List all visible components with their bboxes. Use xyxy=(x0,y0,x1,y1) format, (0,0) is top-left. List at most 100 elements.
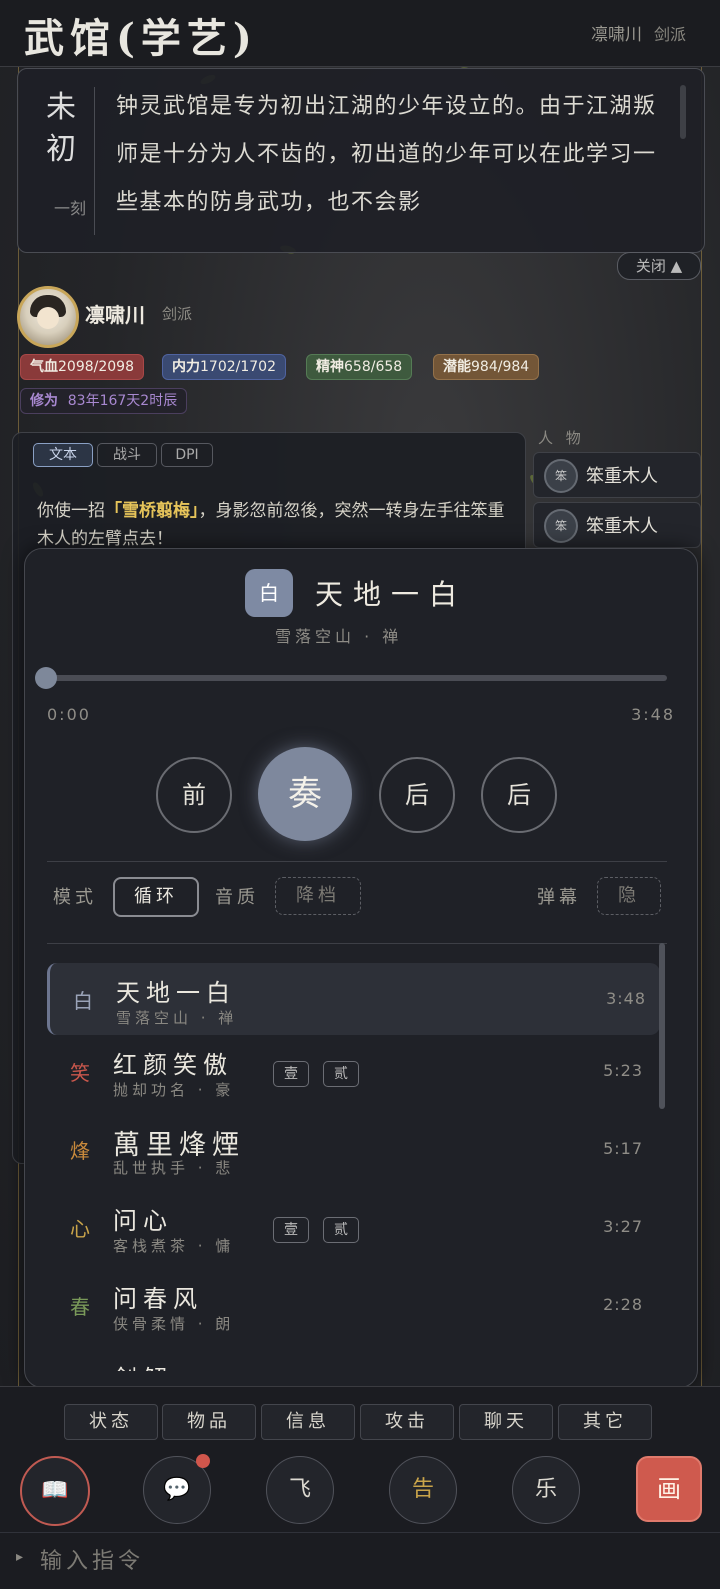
spirit-value: 658/658 xyxy=(344,359,403,375)
command-chat-button[interactable]: 聊天 xyxy=(459,1404,553,1440)
track-tag[interactable]: 贰 xyxy=(323,1217,359,1243)
track-tag[interactable]: 贰 xyxy=(323,1061,359,1087)
narration-box: 未初 一刻 钟灵武馆是专为初出江湖的少年设立的。由于江湖叛师是十分为人不齿的，初… xyxy=(17,68,705,253)
command-input-row: ▸ xyxy=(0,1532,720,1589)
avatar-face xyxy=(37,307,59,329)
play-button[interactable]: 奏 xyxy=(258,747,352,841)
track-duration: 2:28 xyxy=(603,1295,643,1314)
close-narration-button[interactable]: 关闭 ▲ xyxy=(617,252,701,280)
hp-label: 气血 xyxy=(30,359,58,375)
log-message: 你使一招「雪桥翦梅」，身影忽前忽後，突然一转身左手往笨重木人的左臂点去！ xyxy=(37,497,507,553)
potential-label: 潜能 xyxy=(443,359,471,375)
narration-divider xyxy=(94,87,95,235)
log-skill-name: 「雪桥翦梅」 xyxy=(105,501,199,521)
mp-label: 内力 xyxy=(172,359,200,375)
quality-toggle[interactable]: 降档 xyxy=(275,877,361,915)
people-section-label: 人 物 xyxy=(538,429,585,447)
track-tag[interactable]: 壹 xyxy=(273,1061,309,1087)
header-sect: 剑派 xyxy=(653,25,686,44)
header-username: 凛啸川 xyxy=(591,25,642,45)
mp-value: 1702/1702 xyxy=(200,359,276,375)
next-button[interactable]: 后 xyxy=(379,757,455,833)
spirit-label: 精神 xyxy=(316,359,344,375)
fly-button[interactable]: 飞 xyxy=(266,1456,334,1524)
chevron-right-icon: ▸ xyxy=(16,1549,24,1565)
paint-button[interactable]: 画 xyxy=(636,1456,702,1522)
notification-dot xyxy=(196,1454,210,1468)
app-header: 武馆(学艺) 凛啸川 剑派 xyxy=(0,0,720,67)
avatar[interactable] xyxy=(17,286,79,348)
track-icon: 春 xyxy=(70,1295,90,1319)
now-playing-artist: 雪落空山 · 禅 xyxy=(275,627,403,646)
tab-text[interactable]: 文本 xyxy=(33,443,93,467)
game-time-main: 未初 xyxy=(46,90,76,167)
progress-thumb[interactable] xyxy=(35,667,57,689)
track-icon: 笑 xyxy=(70,1061,90,1085)
playlist-track[interactable]: 白天地一白 雪落空山 · 禅 3:48 xyxy=(47,963,660,1035)
playlist-track[interactable]: 笑红颜笑傲 抛却功名 · 豪 壹贰 5:23 xyxy=(47,1035,657,1107)
danmaku-toggle[interactable]: 隐 xyxy=(597,877,661,915)
track-title: 天地一白 xyxy=(116,979,236,1007)
tab-dpi[interactable]: DPI xyxy=(161,443,213,467)
location-title: 武馆(学艺) xyxy=(24,15,258,62)
potential-value: 984/984 xyxy=(471,359,530,375)
person-icon: 笨 xyxy=(544,509,578,543)
time-total: 3:48 xyxy=(631,705,675,724)
frame-line-right xyxy=(701,66,702,1386)
log-text: 你使一招 xyxy=(37,501,105,521)
person-name: 笨重木人 xyxy=(586,466,658,487)
playlist-track[interactable]: 剑剑解 xyxy=(47,1349,657,1371)
person-name: 笨重木人 xyxy=(586,516,658,537)
track-subtitle: 乱世执手 · 悲 xyxy=(113,1159,235,1177)
music-player-panel: 白 天地一白 雪落空山 · 禅 0:00 3:48 前 奏 后 后 模式 循环 … xyxy=(24,548,698,1388)
previous-button[interactable]: 前 xyxy=(156,757,232,833)
track-duration: 3:48 xyxy=(606,989,646,1008)
command-other-button[interactable]: 其它 xyxy=(558,1404,652,1440)
danmaku-label: 弹幕 xyxy=(537,887,581,908)
now-playing-icon: 白 xyxy=(245,569,293,617)
track-subtitle: 侠骨柔情 · 朗 xyxy=(113,1315,235,1333)
cultivation-value: 83年167天2时辰 xyxy=(67,393,178,409)
person-icon: 笨 xyxy=(544,459,578,493)
quality-label: 音质 xyxy=(215,887,259,908)
now-playing-title: 天地一白 xyxy=(315,578,468,611)
playlist-track[interactable]: 烽萬里烽煙 乱世执手 · 悲 5:17 xyxy=(47,1113,657,1185)
track-title: 问春风 xyxy=(113,1285,203,1313)
track-icon: 烽 xyxy=(70,1139,90,1163)
playlist-track[interactable]: 心问心 客栈煮茶 · 慵 壹贰 3:27 xyxy=(47,1191,657,1263)
command-attack-button[interactable]: 攻击 xyxy=(360,1404,454,1440)
divider xyxy=(47,943,667,944)
track-subtitle: 客栈煮茶 · 慵 xyxy=(113,1237,235,1255)
mode-toggle[interactable]: 循环 xyxy=(113,877,199,917)
track-tag[interactable]: 壹 xyxy=(273,1217,309,1243)
track-title: 剑解 xyxy=(113,1359,173,1371)
person-item[interactable]: 笨 笨重木人 xyxy=(533,502,701,548)
person-item[interactable]: 笨 笨重木人 xyxy=(533,452,701,498)
time-current: 0:00 xyxy=(47,705,91,724)
book-icon[interactable]: 📖 xyxy=(20,1456,90,1526)
track-duration: 5:17 xyxy=(603,1139,643,1158)
command-status-button[interactable]: 状态 xyxy=(64,1404,158,1440)
track-subtitle: 抛却功名 · 豪 xyxy=(113,1081,235,1099)
character-sect: 剑派 xyxy=(162,305,193,323)
command-input[interactable] xyxy=(38,1541,702,1581)
track-subtitle: 雪落空山 · 禅 xyxy=(116,1009,238,1027)
notice-button[interactable]: 告 xyxy=(389,1456,457,1524)
narration-scrollbar[interactable] xyxy=(680,85,686,139)
command-items-button[interactable]: 物品 xyxy=(162,1404,256,1440)
spirit-badge: 精神658/658 xyxy=(306,354,413,380)
tab-battle[interactable]: 战斗 xyxy=(97,443,157,467)
playlist-track[interactable]: 春问春风侠骨柔情 · 朗 2:28 xyxy=(47,1269,657,1341)
room-description: 钟灵武馆是专为初出江湖的少年设立的。由于江湖叛师是十分为人不齿的，初出道的少年可… xyxy=(116,94,657,215)
playlist-button[interactable]: 后 xyxy=(481,757,557,833)
music-button[interactable]: 乐 xyxy=(512,1456,580,1524)
hp-badge: 气血2098/2098 xyxy=(20,354,144,380)
progress-bar[interactable] xyxy=(47,675,667,681)
hp-value: 2098/2098 xyxy=(58,359,134,375)
command-info-button[interactable]: 信息 xyxy=(261,1404,355,1440)
character-name: 凛啸川 xyxy=(85,303,145,327)
playlist-scrollbar[interactable] xyxy=(659,943,665,1109)
track-duration: 3:27 xyxy=(603,1217,643,1236)
game-time-sub: 一刻 xyxy=(54,199,87,218)
cultivation-badge: 修为 83年167天2时辰 xyxy=(20,388,188,414)
